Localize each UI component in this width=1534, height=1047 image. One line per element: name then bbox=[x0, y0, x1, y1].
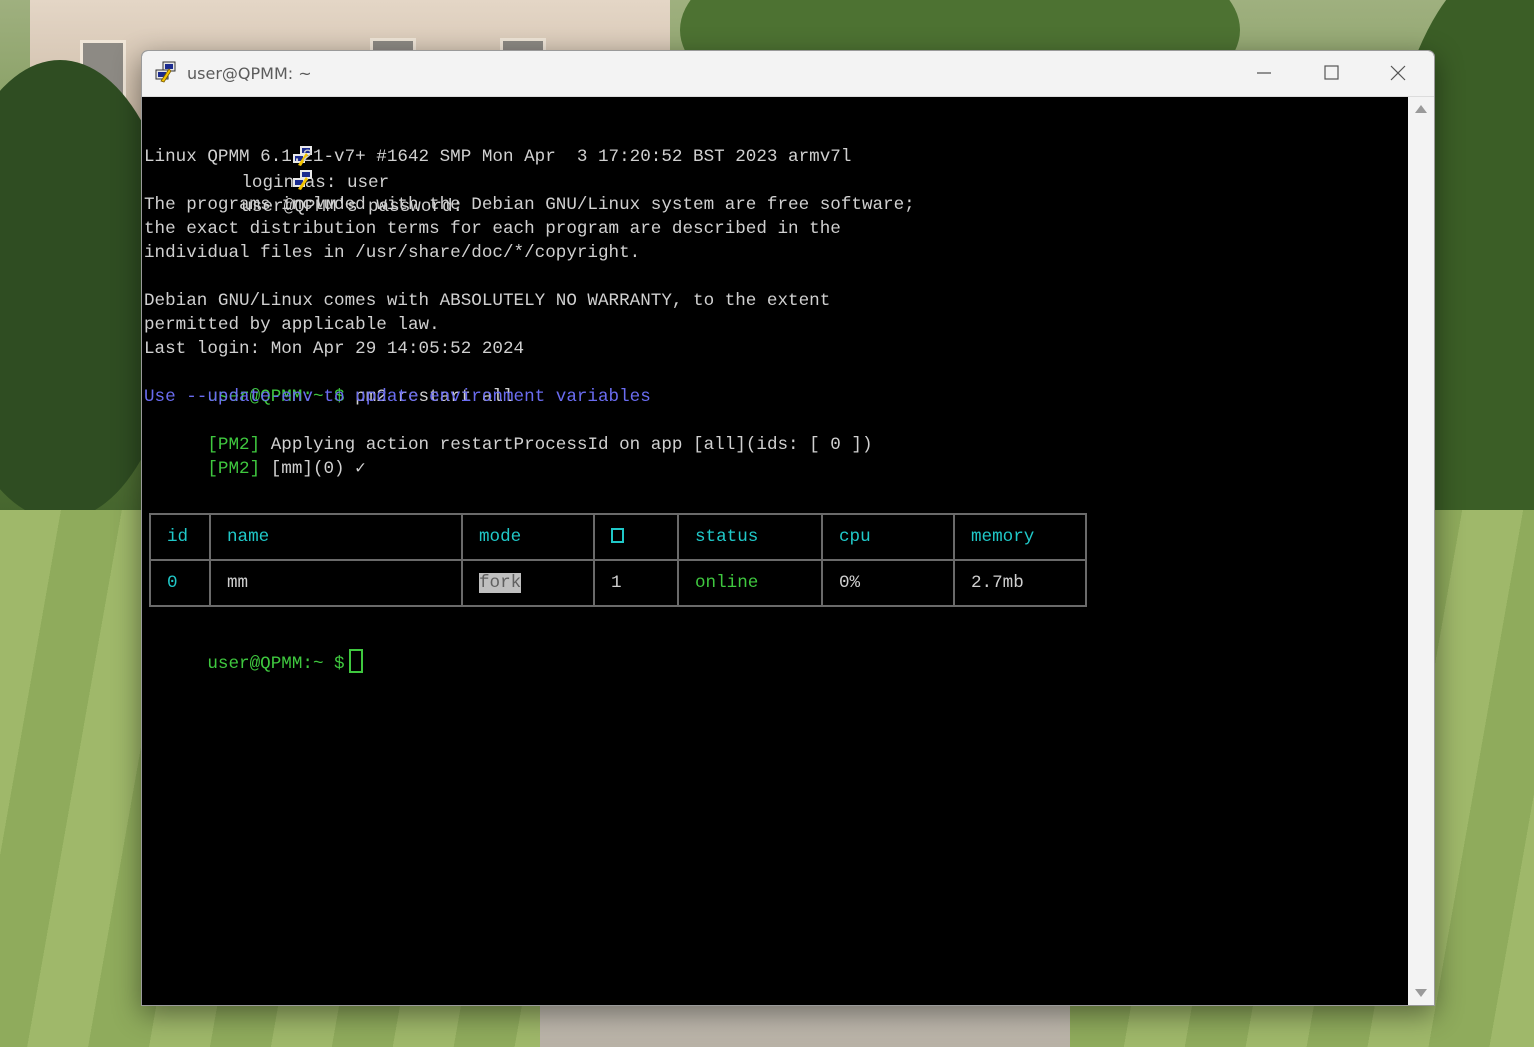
cell-status: online bbox=[677, 559, 823, 607]
motd-line: Debian GNU/Linux comes with ABSOLUTELY N… bbox=[144, 291, 831, 311]
close-icon bbox=[1390, 65, 1406, 81]
last-login-line: Last login: Mon Apr 29 14:05:52 2024 bbox=[144, 339, 525, 359]
header-memory: memory bbox=[953, 513, 1087, 561]
terminal-window[interactable]: user@QPMM: ~ login as: user user@QPMM's … bbox=[141, 50, 1435, 1006]
cell-memory: 2.7mb bbox=[953, 559, 1087, 607]
maximize-icon bbox=[1324, 65, 1339, 80]
title-bar[interactable]: user@QPMM: ~ bbox=[142, 51, 1434, 97]
vertical-scrollbar[interactable] bbox=[1408, 97, 1434, 1005]
motd-line: individual files in /usr/share/doc/*/cop… bbox=[144, 243, 641, 263]
restart-glyph-icon bbox=[611, 528, 624, 543]
minimize-button[interactable] bbox=[1232, 51, 1296, 96]
terminal-line: user@QPMM's password: bbox=[144, 121, 463, 217]
pm2-tag: [PM2] bbox=[207, 459, 261, 479]
pm2-output-line: [PM2] Applying action restartProcessId o… bbox=[144, 409, 872, 455]
window-title: user@QPMM: ~ bbox=[187, 64, 312, 83]
update-env-hint: Use --update-env to update environment v… bbox=[144, 387, 651, 407]
header-id: id bbox=[149, 513, 211, 561]
motd-line: the exact distribution terms for each pr… bbox=[144, 219, 841, 239]
cell-id: 0 bbox=[149, 559, 211, 607]
current-prompt-line[interactable]: user@QPMM:~ $ bbox=[144, 625, 363, 674]
pm2-output-line: [PM2] [mm](0) ✓ bbox=[144, 433, 365, 479]
close-button[interactable] bbox=[1366, 51, 1430, 96]
putty-icon[interactable] bbox=[155, 61, 177, 83]
scroll-up-icon[interactable] bbox=[1415, 105, 1427, 113]
text-cursor bbox=[348, 649, 363, 673]
terminal-output[interactable]: login as: user user@QPMM's password: Lin… bbox=[142, 97, 1408, 1005]
cell-cpu: 0% bbox=[821, 559, 955, 607]
shell-prompt: user@QPMM:~ $ bbox=[207, 654, 345, 674]
command-line: user@QPMM:~ $ pm2 restart all bbox=[144, 361, 513, 407]
header-mode: mode bbox=[461, 513, 595, 561]
minimize-icon bbox=[1257, 72, 1271, 74]
header-cpu: cpu bbox=[821, 513, 955, 561]
motd-line: permitted by applicable law. bbox=[144, 315, 440, 335]
cell-name: mm bbox=[209, 559, 463, 607]
pm2-message: [mm](0) ✓ bbox=[260, 459, 366, 479]
cell-restarts: 1 bbox=[593, 559, 679, 607]
wallpaper-path bbox=[540, 1000, 1070, 1047]
header-restarts bbox=[593, 513, 679, 561]
terminal-line: login as: user bbox=[144, 97, 389, 193]
motd-line: The programs included with the Debian GN… bbox=[144, 195, 915, 215]
table-row: 0 mm fork 1 online 0% 2.7mb bbox=[149, 559, 1087, 607]
kernel-line: Linux QPMM 6.1.21-v7+ #1642 SMP Mon Apr … bbox=[144, 147, 852, 167]
header-status: status bbox=[677, 513, 823, 561]
cell-mode: fork bbox=[461, 559, 595, 607]
table-header-row: id name mode status cpu memory bbox=[149, 513, 1087, 561]
pm2-process-table: id name mode status cpu memory 0 mm fork… bbox=[149, 513, 1087, 607]
scroll-down-icon[interactable] bbox=[1415, 989, 1427, 997]
header-name: name bbox=[209, 513, 463, 561]
maximize-button[interactable] bbox=[1299, 51, 1363, 96]
selected-text: fork bbox=[479, 573, 522, 593]
